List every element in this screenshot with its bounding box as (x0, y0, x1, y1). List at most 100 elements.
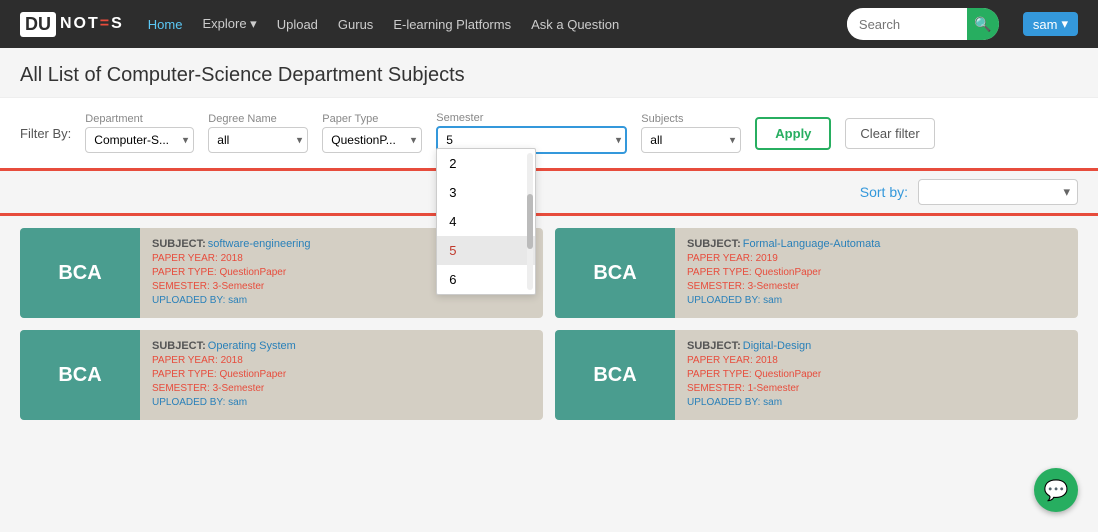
card-2-type: QuestionPaper (754, 267, 821, 278)
card-4-type-label: PAPER TYPE: (687, 369, 752, 380)
card-3-badge: BCA (20, 330, 140, 420)
sort-bar: Sort by: (0, 171, 1098, 213)
card-1-year: 2018 (221, 253, 243, 264)
paper-type-filter: Paper Type QuestionP... (322, 113, 422, 153)
semester-option-6[interactable]: 6 (437, 265, 535, 294)
card-4[interactable]: BCA SUBJECT: Digital-Design PAPER YEAR: … (555, 330, 1078, 420)
semester-option-4[interactable]: 4 (437, 207, 535, 236)
nav-upload[interactable]: Upload (277, 17, 318, 32)
sort-label: Sort by: (860, 184, 908, 200)
search-input[interactable] (847, 17, 967, 32)
card-2-subject-value[interactable]: Formal-Language-Automata (743, 238, 881, 250)
nav-elearning[interactable]: E-learning Platforms (393, 17, 511, 32)
sort-select[interactable] (918, 179, 1078, 205)
semester-dropdown: 2 3 4 5 6 (436, 148, 536, 295)
department-filter: Department Computer-S... (85, 113, 194, 153)
card-3-subject-label: SUBJECT: (152, 340, 206, 352)
degree-label: Degree Name (208, 113, 308, 125)
department-label: Department (85, 113, 194, 125)
card-1-type-label: PAPER TYPE: (152, 267, 217, 278)
user-chevron-icon: ▾ (1061, 16, 1068, 32)
card-1-uploader[interactable]: sam (228, 295, 247, 306)
semester-filter: Semester 2 3 4 5 6 (436, 112, 627, 154)
card-3-type-label: PAPER TYPE: (152, 369, 217, 380)
card-2-info: SUBJECT: Formal-Language-Automata PAPER … (675, 228, 892, 318)
degree-select[interactable]: all (208, 127, 308, 153)
card-1-badge: BCA (20, 228, 140, 318)
page-title: All List of Computer-Science Department … (0, 48, 1098, 97)
card-3-subject-value[interactable]: Operating System (208, 340, 296, 352)
card-4-type: QuestionPaper (754, 369, 821, 380)
card-2-uploader[interactable]: sam (763, 295, 782, 306)
search-bar: 🔍 (847, 8, 999, 40)
brand-notes: NOT=S (60, 15, 124, 33)
card-3-sem: 3-Semester (213, 383, 265, 394)
department-select[interactable]: Computer-S... (85, 127, 194, 153)
card-2-sem: 3-Semester (748, 281, 800, 292)
nav-home[interactable]: Home (148, 17, 183, 32)
card-4-year: 2018 (756, 355, 778, 366)
card-2-year-label: PAPER YEAR: (687, 253, 753, 264)
card-4-uploaded-label: UPLOADED BY: (687, 397, 760, 408)
card-3-uploaded-label: UPLOADED BY: (152, 397, 225, 408)
chat-fab[interactable]: 💬 (1034, 468, 1078, 512)
card-3-year: 2018 (221, 355, 243, 366)
semester-option-2[interactable]: 2 (437, 149, 535, 178)
user-name: sam (1033, 17, 1058, 32)
semester-option-3[interactable]: 3 (437, 178, 535, 207)
card-3-info: SUBJECT: Operating System PAPER YEAR: 20… (140, 330, 308, 420)
scrollbar-track (527, 153, 533, 290)
semester-label: Semester (436, 112, 627, 124)
card-2-subject-label: SUBJECT: (687, 238, 741, 250)
filter-by-label: Filter By: (20, 126, 71, 141)
card-1-year-label: PAPER YEAR: (152, 253, 218, 264)
subjects-filter: Subjects all (641, 113, 741, 153)
card-4-badge: BCA (555, 330, 675, 420)
nav-explore[interactable]: Explore ▾ (202, 16, 256, 32)
degree-filter: Degree Name all (208, 113, 308, 153)
subjects-label: Subjects (641, 113, 741, 125)
navbar: DU NOT=S Home Explore ▾ Upload Gurus E-l… (0, 0, 1098, 48)
card-2-badge: BCA (555, 228, 675, 318)
card-4-sem: 1-Semester (748, 383, 800, 394)
card-1-type: QuestionPaper (219, 267, 286, 278)
card-4-year-label: PAPER YEAR: (687, 355, 753, 366)
card-1-info: SUBJECT: software-engineering PAPER YEAR… (140, 228, 323, 318)
scrollbar-thumb (527, 194, 533, 249)
card-3-uploader[interactable]: sam (228, 397, 247, 408)
card-4-uploader[interactable]: sam (763, 397, 782, 408)
clear-filter-button[interactable]: Clear filter (845, 118, 934, 149)
subjects-select[interactable]: all (641, 127, 741, 153)
nav-links: Home Explore ▾ Upload Gurus E-learning P… (148, 16, 823, 32)
card-1-sem: 3-Semester (213, 281, 265, 292)
apply-button[interactable]: Apply (755, 117, 831, 150)
card-3-year-label: PAPER YEAR: (152, 355, 218, 366)
card-2-year: 2019 (756, 253, 778, 264)
card-4-sem-label: SEMESTER: (687, 383, 745, 394)
card-3[interactable]: BCA SUBJECT: Operating System PAPER YEAR… (20, 330, 543, 420)
paper-type-label: Paper Type (322, 113, 422, 125)
cards-grid: BCA SUBJECT: software-engineering PAPER … (0, 216, 1098, 432)
card-1-uploaded-label: UPLOADED BY: (152, 295, 225, 306)
card-1-subject-value[interactable]: software-engineering (208, 238, 311, 250)
card-4-subject-label: SUBJECT: (687, 340, 741, 352)
brand: DU NOT=S (20, 12, 124, 37)
card-4-subject-value[interactable]: Digital-Design (743, 340, 811, 352)
card-2-uploaded-label: UPLOADED BY: (687, 295, 760, 306)
card-3-type: QuestionPaper (219, 369, 286, 380)
card-3-sem-label: SEMESTER: (152, 383, 210, 394)
nav-ask[interactable]: Ask a Question (531, 17, 619, 32)
search-button[interactable]: 🔍 (967, 8, 999, 40)
user-menu[interactable]: sam ▾ (1023, 12, 1078, 36)
card-2[interactable]: BCA SUBJECT: Formal-Language-Automata PA… (555, 228, 1078, 318)
brand-du: DU (20, 12, 56, 37)
filter-bar: Filter By: Department Computer-S... Degr… (0, 97, 1098, 168)
card-2-type-label: PAPER TYPE: (687, 267, 752, 278)
card-1-sem-label: SEMESTER: (152, 281, 210, 292)
nav-gurus[interactable]: Gurus (338, 17, 373, 32)
semester-option-5[interactable]: 5 (437, 236, 535, 265)
card-2-sem-label: SEMESTER: (687, 281, 745, 292)
card-4-info: SUBJECT: Digital-Design PAPER YEAR: 2018… (675, 330, 833, 420)
paper-type-select[interactable]: QuestionP... (322, 127, 422, 153)
card-1-subject-label: SUBJECT: (152, 238, 206, 250)
